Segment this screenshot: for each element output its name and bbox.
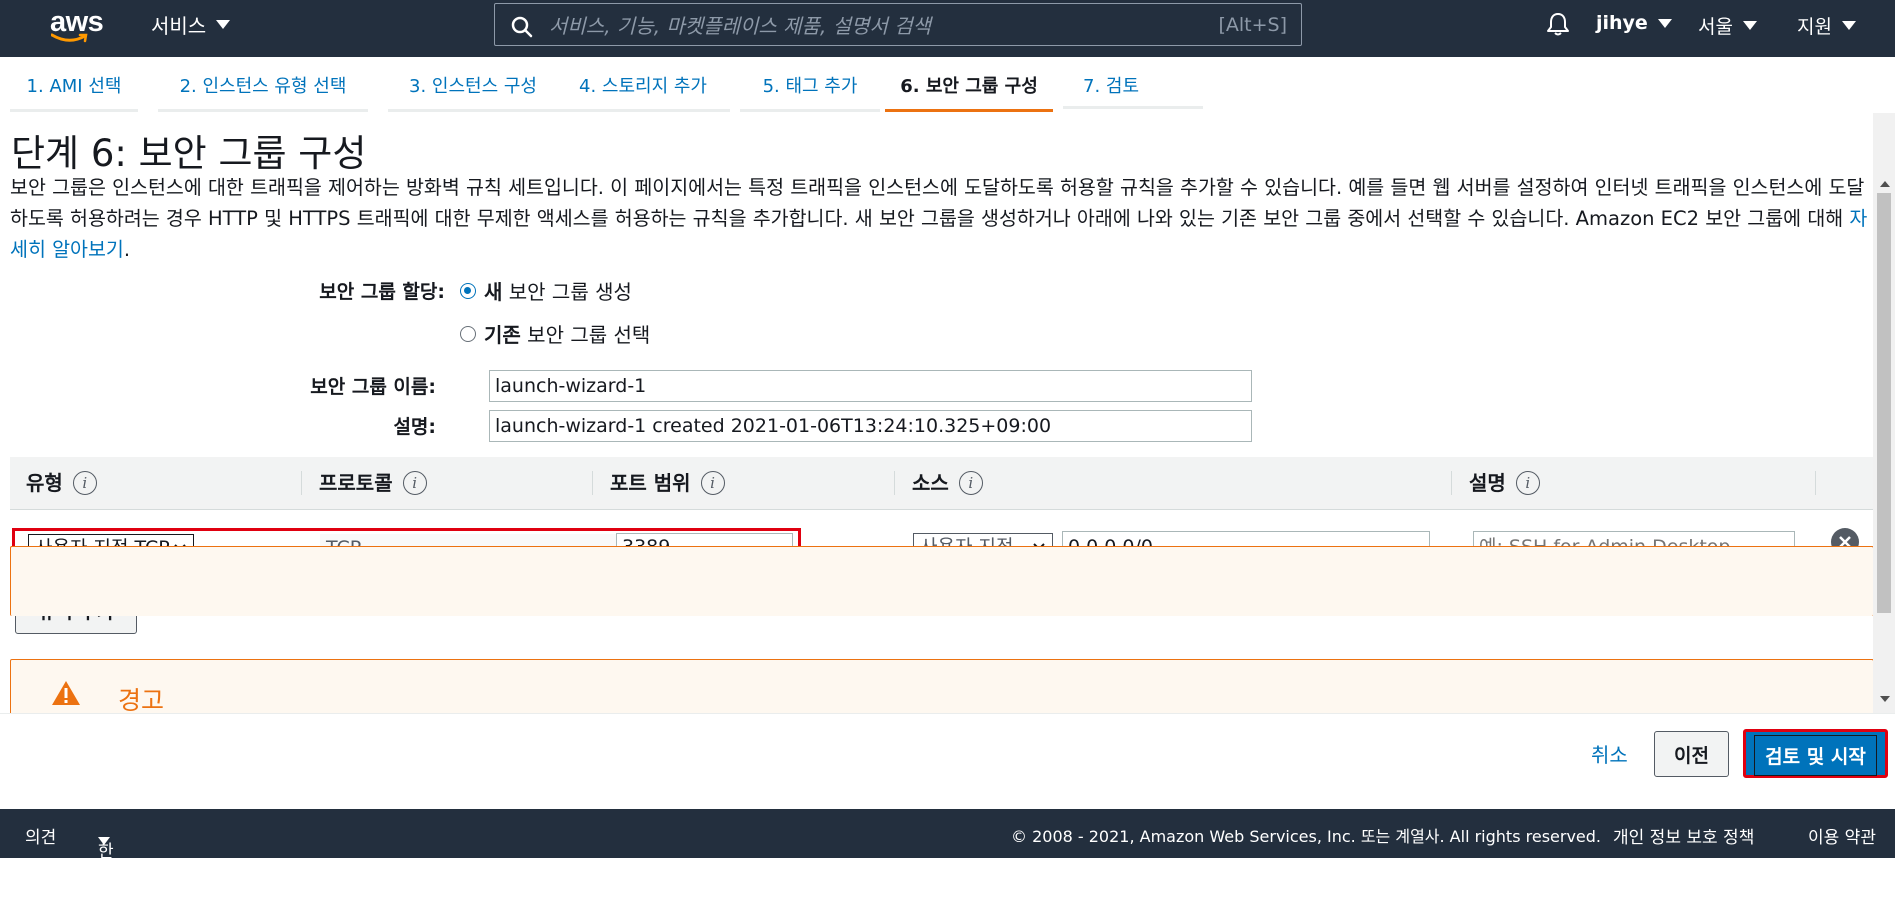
column-divider [1451,471,1452,495]
description-tail: . [123,238,131,261]
option-new-bold: 새 [484,280,503,304]
search-shortcut-hint: [Alt+S] [1218,14,1287,36]
info-icon[interactable]: i [1515,471,1540,495]
previous-button[interactable]: 이전 [1654,731,1729,777]
description-label: 설명: [393,416,436,438]
global-search[interactable]: [Alt+S] [494,3,1302,47]
review-and-launch-button[interactable]: 검토 및 시작 [1743,729,1888,778]
col-protocol-label: 프로토콜 [319,471,393,495]
user-label: jihye [1596,12,1648,34]
radio-new-security-group[interactable]: 새 보안 그룹 생성 [460,276,632,305]
info-icon[interactable]: i [402,471,427,495]
warning-icon [52,681,80,705]
column-divider [301,471,302,495]
info-icon[interactable]: i [72,471,97,495]
description-text: 보안 그룹은 인스턴스에 대한 트래픽을 제어하는 방화벽 규칙 세트입니다. … [10,176,1865,230]
info-icon[interactable]: i [700,471,725,495]
warning-title: 경고 [118,686,165,713]
option-new-label: 보안 그룹 생성 [502,280,632,304]
tab-tags[interactable]: 5. 태그 추가 [740,66,880,112]
info-icon[interactable]: i [958,471,983,495]
assign-security-group-label: 보안 그룹 할당: [319,281,445,303]
scroll-down-arrow-icon[interactable] [1880,696,1890,702]
security-group-description-input[interactable] [489,410,1252,442]
terms-link[interactable]: 이용 약관 [1808,823,1876,848]
tab-instance-type[interactable]: 2. 인스턴스 유형 선택 [158,66,368,112]
scroll-up-arrow-icon[interactable] [1880,181,1890,187]
tab-review[interactable]: 7. 검토 [1063,66,1203,109]
user-menu[interactable]: jihye [1596,12,1672,34]
page-title: 단계 6: 보안 그룹 구성 [11,132,367,175]
caret-down-icon [1841,21,1856,30]
col-header-port-range[interactable]: 포트 범위 i [610,457,725,509]
caret-down-icon [1742,21,1757,30]
notifications-bell-icon[interactable] [1546,11,1570,37]
content-scrollbar[interactable] [1873,113,1895,713]
main-content: 단계 6: 보안 그룹 구성 보안 그룹은 인스턴스에 대한 트래픽을 제어하는… [0,113,1873,713]
col-source-label: 소스 [912,471,949,495]
security-group-name-label: 보안 그룹 이름: [310,376,436,398]
col-header-protocol[interactable]: 프로토콜 i [319,457,427,509]
warning-panel [10,546,1873,616]
col-type-label: 유형 [26,471,63,495]
tab-ami[interactable]: 1. AMI 선택 [10,66,138,112]
tab-storage[interactable]: 4. 스토리지 추가 [556,66,730,112]
radio-button-unchecked[interactable] [460,325,476,342]
tab-instance-config[interactable]: 3. 인스턴스 구성 [388,66,558,112]
tab-security-group[interactable]: 6. 보안 그룹 구성 [885,66,1053,112]
scrollbar-thumb[interactable] [1877,193,1891,613]
radio-button-checked[interactable] [460,282,476,299]
services-label: 서비스 [151,14,207,38]
search-input[interactable] [547,4,1191,47]
footer: 의견 한국어 © 2008 - 2021, Amazon Web Service… [0,809,1895,912]
search-icon [511,16,533,38]
language-label: 한국어 [98,842,114,912]
support-label: 지원 [1797,16,1832,38]
radio-existing-security-group[interactable]: 기존 보안 그룹 선택 [460,319,650,348]
option-existing-label: 보안 그룹 선택 [520,323,651,347]
aws-smile-icon [51,33,88,43]
aws-logo[interactable]: aws [50,6,110,48]
cancel-link[interactable]: 취소 [1591,739,1628,768]
col-port-range-label: 포트 범위 [610,471,691,495]
caret-down-icon [1657,18,1672,28]
caret-down-icon [98,837,110,845]
security-group-name-input[interactable] [489,370,1252,402]
caret-down-icon [216,20,231,29]
copyright-text: © 2008 - 2021, Amazon Web Services, Inc.… [1011,827,1602,846]
top-navigation-bar: aws 서비스 [Alt+S] jihye 서울 지원 [0,0,1895,57]
services-menu[interactable]: 서비스 [151,10,231,39]
option-existing-bold: 기존 [484,323,521,347]
feedback-link[interactable]: 의견 [25,823,56,848]
support-menu[interactable]: 지원 [1797,12,1856,39]
page-description: 보안 그룹은 인스턴스에 대한 트래픽을 제어하는 방화벽 규칙 세트입니다. … [10,172,1873,265]
region-label: 서울 [1698,16,1733,38]
column-divider [894,471,895,495]
col-header-description[interactable]: 설명 i [1469,457,1540,509]
warning-panel: 경고 [10,659,1873,713]
column-divider [592,471,593,495]
review-and-launch-label: 검토 및 시작 [1754,735,1877,776]
rules-table-header: 유형 i 프로토콜 i 포트 범위 i 소스 i 설명 i [10,457,1873,510]
col-description-label: 설명 [1469,471,1506,495]
privacy-policy-link[interactable]: 개인 정보 보호 정책 [1613,823,1754,848]
col-header-type[interactable]: 유형 i [26,457,97,509]
region-menu[interactable]: 서울 [1698,12,1757,39]
col-header-source[interactable]: 소스 i [912,457,983,509]
column-divider [1815,471,1816,495]
wizard-action-bar: 취소 이전 검토 및 시작 [0,713,1895,810]
